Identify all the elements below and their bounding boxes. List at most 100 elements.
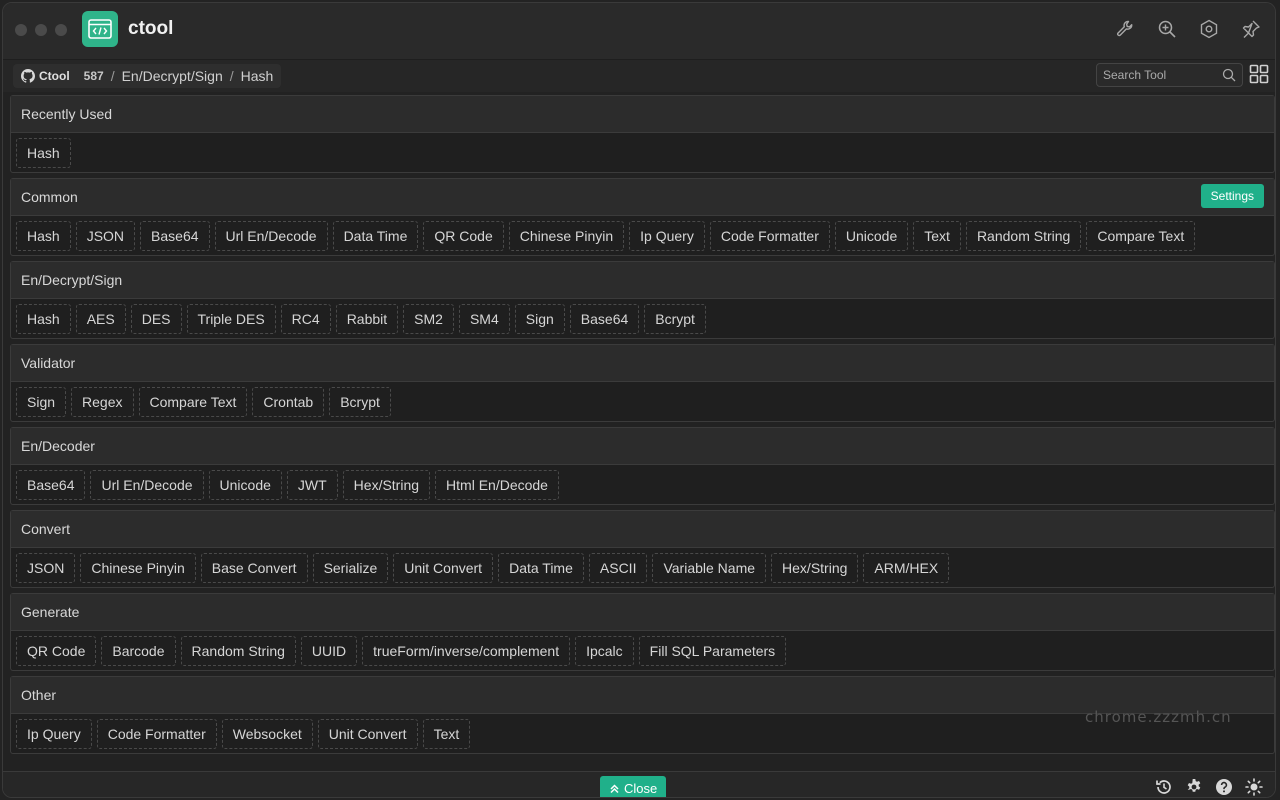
github-icon[interactable] (21, 69, 35, 83)
tool-chip[interactable]: Compare Text (138, 387, 248, 417)
tool-list: Sign Regex Compare Text Crontab Bcrypt (11, 382, 1274, 417)
tool-chip[interactable]: Url En/Decode (214, 221, 328, 251)
tool-chip[interactable]: Ip Query (16, 719, 92, 749)
tool-chip[interactable]: SM2 (403, 304, 454, 334)
tool-section: En/Decoder Base64 Url En/Decode Unicode JWT H… (10, 427, 1275, 505)
close-button[interactable]: Close (600, 776, 667, 797)
window-controls (15, 24, 67, 36)
search-box (1096, 63, 1243, 87)
section-title: Validator (11, 345, 1274, 382)
tool-section: Validator Sign Regex Compare Text Crontab Bcr… (10, 344, 1275, 422)
tool-chip[interactable]: ASCII (588, 553, 648, 583)
tool-chip[interactable]: Hash (16, 138, 71, 168)
tool-chip[interactable]: AES (75, 304, 126, 334)
tool-section: En/Decrypt/Sign Hash AES DES Triple DES RC4 Ra… (10, 261, 1275, 339)
tool-chip[interactable]: ARM/HEX (863, 553, 950, 583)
tool-chip[interactable]: Sign (514, 304, 565, 334)
tool-chip[interactable]: JSON (75, 221, 136, 251)
section-title: Recently Used (11, 96, 1274, 133)
tool-chip[interactable]: Data Time (498, 553, 584, 583)
tool-chip[interactable]: Bcrypt (644, 304, 706, 334)
search-icon[interactable] (1222, 68, 1236, 82)
section-title: Generate (11, 594, 1274, 631)
minimize-window-dot[interactable] (35, 24, 47, 36)
grid-view-icon[interactable] (1249, 64, 1269, 84)
tool-chip[interactable]: UUID (300, 636, 358, 666)
tool-chip[interactable]: Code Formatter (96, 719, 217, 749)
tool-chip[interactable]: DES (130, 304, 182, 334)
tool-chip[interactable]: Chinese Pinyin (80, 553, 196, 583)
tool-chip[interactable]: Chinese Pinyin (508, 221, 625, 251)
tool-chip[interactable]: SM4 (458, 304, 510, 334)
tool-chip[interactable]: Bcrypt (329, 387, 391, 417)
help-icon[interactable] (1215, 778, 1233, 796)
repo-name[interactable]: Ctool (39, 69, 70, 83)
tool-chip[interactable]: JSON (16, 553, 76, 583)
breadcrumb-category[interactable]: En/Decrypt/Sign (122, 68, 223, 84)
tool-chip[interactable]: Data Time (332, 221, 419, 251)
tool-chip[interactable]: Compare Text (1086, 221, 1196, 251)
tool-chip[interactable]: Base64 (16, 470, 86, 500)
close-window-dot[interactable] (15, 24, 27, 36)
tool-chip[interactable]: Rabbit (335, 304, 399, 334)
tool-chip[interactable]: QR Code (16, 636, 97, 666)
tool-chip[interactable]: Hash (16, 221, 71, 251)
tool-chip[interactable]: Regex (71, 387, 134, 417)
tool-chip[interactable]: Random String (180, 636, 296, 666)
tool-chip[interactable]: Unicode (834, 221, 909, 251)
tool-chip[interactable]: Hex/String (342, 470, 431, 500)
tool-chip[interactable]: Html En/Decode (435, 470, 559, 500)
tool-chip[interactable]: Websocket (221, 719, 313, 749)
tool-chip[interactable]: JWT (286, 470, 338, 500)
tool-chip[interactable]: trueForm/inverse/complement (362, 636, 571, 666)
breadcrumb-tool[interactable]: Hash (241, 68, 274, 84)
search-input[interactable] (1097, 64, 1229, 86)
tool-chip[interactable]: Ip Query (629, 221, 705, 251)
tool-chip[interactable]: Ipcalc (575, 636, 634, 666)
section-title: Convert (11, 511, 1274, 548)
tool-chip[interactable]: Variable Name (652, 553, 767, 583)
tool-chip[interactable]: Triple DES (186, 304, 276, 334)
section-title: Common Settings (11, 179, 1274, 216)
tool-chip[interactable]: Base64 (140, 221, 210, 251)
tool-list: Base64 Url En/Decode Unicode JWT Hex/String H… (11, 465, 1274, 500)
hexagon-settings-icon[interactable] (1199, 19, 1219, 39)
section-title-label: Validator (21, 355, 76, 371)
section-settings-button[interactable]: Settings (1200, 184, 1264, 208)
tool-chip[interactable]: Serialize (312, 553, 389, 583)
tool-chip[interactable]: Code Formatter (709, 221, 830, 251)
history-icon[interactable] (1155, 778, 1173, 796)
tool-chip[interactable]: Unit Convert (393, 553, 494, 583)
tool-chip[interactable]: RC4 (280, 304, 331, 334)
footer-toolbar (1155, 778, 1263, 796)
tool-chip[interactable]: Hash (16, 304, 71, 334)
pin-icon[interactable] (1241, 19, 1261, 39)
tool-chip[interactable]: Unit Convert (317, 719, 418, 749)
section-title: En/Decoder (11, 428, 1274, 465)
watermark: chrome.zzzmh.cn (1085, 708, 1232, 726)
tool-chip[interactable]: Barcode (101, 636, 176, 666)
tool-chip[interactable]: Crontab (252, 387, 325, 417)
tool-chip[interactable]: Random String (965, 221, 1082, 251)
tool-chip[interactable]: Sign (16, 387, 67, 417)
maximize-window-dot[interactable] (55, 24, 67, 36)
gear-icon[interactable] (1185, 778, 1203, 796)
tool-chip[interactable]: Hex/String (771, 553, 859, 583)
section-title-label: Other (21, 687, 57, 703)
tool-chip[interactable]: Base Convert (200, 553, 308, 583)
tool-chip[interactable]: Url En/Decode (90, 470, 204, 500)
footer-bar: Close (3, 771, 1275, 797)
tool-chip[interactable]: Unicode (208, 470, 282, 500)
tool-chip[interactable]: Fill SQL Parameters (638, 636, 787, 666)
tool-chip[interactable]: Text (422, 719, 471, 749)
theme-sun-icon[interactable] (1245, 778, 1263, 796)
tool-chip[interactable]: Base64 (569, 304, 640, 334)
breadcrumb: Ctool 587 / En/Decrypt/Sign / Hash (13, 64, 282, 88)
tool-chip[interactable]: QR Code (423, 221, 504, 251)
tool-chip[interactable]: Text (913, 221, 961, 251)
close-button-label: Close (624, 780, 658, 796)
wrench-icon[interactable] (1115, 19, 1135, 39)
section-title-label: Convert (21, 521, 71, 537)
zoom-in-icon[interactable] (1157, 19, 1177, 39)
tool-list: JSON Chinese Pinyin Base Convert Serialize U… (11, 548, 1274, 583)
